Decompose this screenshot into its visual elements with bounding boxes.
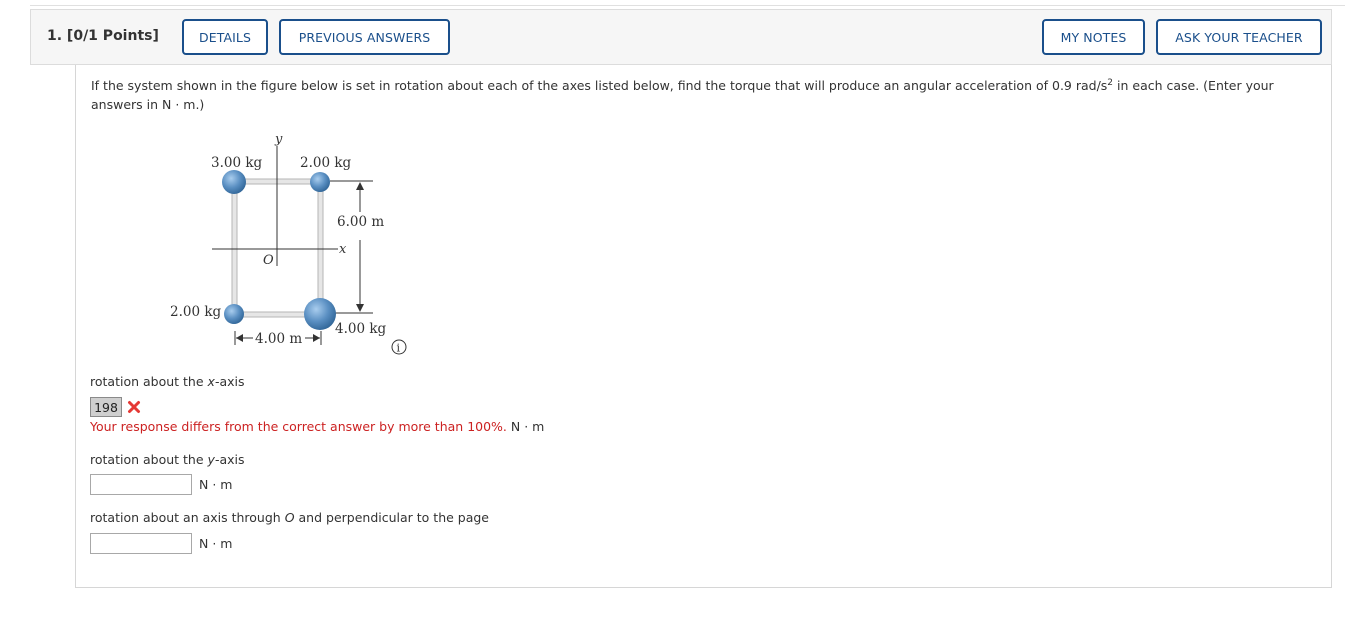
svg-text:i: i [397,342,401,355]
mass-bottom-left [224,304,244,324]
mass-top-left [222,170,246,194]
rod-right [317,181,324,315]
mass-system-figure: y x O 6.00 m 4.00 m 3.00 kg 2.00 kg 2.00… [170,132,407,355]
part-label-var: O [284,510,295,525]
height-arrow-down [356,304,364,312]
mass-bottom-right [304,298,336,330]
feedback-text: Your response differs from the correct a… [90,419,507,434]
part-perpendicular-label: rotation about an axis through O and per… [90,510,489,525]
mass-label-top-right: 2.00 kg [300,155,352,171]
feedback-unit: N · m [510,419,545,434]
submitted-answer-x: 198 [90,397,122,417]
unit-label-y: N · m [199,477,233,492]
unit-label-perpendicular: N · m [199,536,233,551]
question-header: 1. [0/1 Points] DETAILS PREVIOUS ANSWERS… [30,9,1332,65]
height-dimension-label: 6.00 m [337,214,384,230]
mass-label-bottom-left: 2.00 kg [170,304,222,320]
part-x-axis-label: rotation about the x-axis [90,374,245,389]
ask-teacher-button[interactable]: ASK YOUR TEACHER [1156,19,1322,55]
answer-input-perpendicular[interactable] [90,533,192,554]
question-prompt: If the system shown in the figure below … [91,76,1316,114]
origin-label: O [263,253,274,268]
part-y-axis-label: rotation about the y-axis [90,452,245,467]
previous-answers-button[interactable]: PREVIOUS ANSWERS [279,19,450,55]
mass-label-bottom-right: 4.00 kg [335,321,387,337]
part-label-text: -axis [214,374,245,389]
prompt-text: If the system shown in the figure below … [91,78,1108,93]
part-label-text: and perpendicular to the page [294,510,489,525]
mass-top-right [310,172,330,192]
my-notes-button[interactable]: MY NOTES [1042,19,1145,55]
info-icon[interactable]: i [391,339,407,355]
part-label-var: x [207,374,215,389]
part-label-text: rotation about the [90,452,208,467]
answer-input-y[interactable] [90,474,192,495]
x-axis-label: x [339,242,347,257]
part-label-text: rotation about the [90,374,208,389]
wrong-x-icon [128,401,140,413]
rod-left [231,181,238,315]
y-axis-label: y [274,132,283,147]
details-button[interactable]: DETAILS [182,19,268,55]
part-label-text: -axis [214,452,245,467]
width-dimension-label: 4.00 m [255,331,302,347]
top-divider [30,5,1345,6]
height-arrow-up [356,182,364,190]
question-number: 1. [0/1 Points] [47,28,159,44]
mass-label-top-left: 3.00 kg [211,155,263,171]
part-label-text: rotation about an axis through [90,510,285,525]
feedback-message: Your response differs from the correct a… [90,419,544,434]
part-label-var: y [207,452,215,467]
width-arrow-right [313,334,320,342]
width-arrow-left [236,334,243,342]
